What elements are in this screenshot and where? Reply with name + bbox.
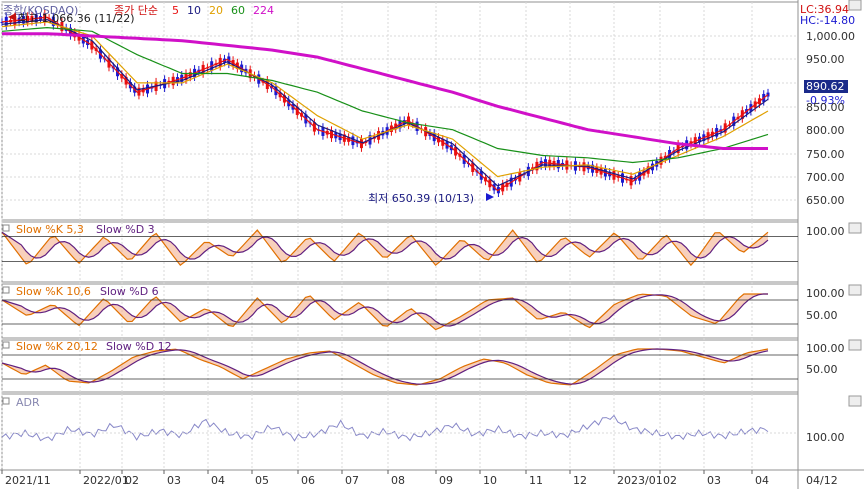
ma-line-224 <box>2 32 768 150</box>
x-tick-label: 02 <box>125 474 139 487</box>
ma-legend: 5 10 20 60 224 <box>172 4 274 17</box>
y-tick: 950.00 <box>806 53 845 66</box>
ma-line-20 <box>1 21 769 178</box>
x-tick-label: 10 <box>483 474 497 487</box>
high-annotation: 최고 1,066.36 (11/22) <box>8 12 135 25</box>
chart-root: 종합(KOSDAQ) 종가 단순 5 10 20 60 224 LC:36.94 HC:… <box>0 0 864 489</box>
stoch1-k-label: Slow %K 5,3 <box>16 223 84 236</box>
stoch3-y-tick-100: 100.00 <box>806 342 845 355</box>
current-price-label: 890.62 <box>806 80 845 93</box>
x-tick-label: 2023/01 <box>617 474 663 487</box>
y-tick: 850.00 <box>806 101 845 114</box>
low-annotation: 최저 650.39 (10/13) <box>368 192 494 205</box>
x-tick-label: 03 <box>707 474 721 487</box>
stoch1-y-tick: 100.00 <box>806 225 845 238</box>
stoch1-collapse-button[interactable] <box>848 222 862 234</box>
x-tick-label: 07 <box>345 474 359 487</box>
x-tick-label: 12 <box>573 474 587 487</box>
stoch2-d-label: Slow %D 6 <box>100 285 159 298</box>
y-tick: 1,000.00 <box>806 30 855 43</box>
stoch1-d-label: Slow %D 3 <box>96 223 155 236</box>
x-tick-label: 05 <box>255 474 269 487</box>
x-tick-label: 02 <box>663 474 677 487</box>
x-tick-label: 2022/01 <box>83 474 129 487</box>
y-tick: 700.00 <box>806 171 845 184</box>
ma-legend-item: 224 <box>253 4 274 17</box>
adr-y-tick: 100.00 <box>806 431 845 444</box>
x-tick-label: 2021/11 <box>5 474 51 487</box>
ma-line-60 <box>1 26 769 164</box>
x-tick-label: 09 <box>439 474 453 487</box>
panel-frame <box>1 393 799 471</box>
x-tick-label: 03 <box>167 474 181 487</box>
adr-panel-label: ADR <box>2 396 40 409</box>
chart-canvas: 종합(KOSDAQ) 종가 단순 5 10 20 60 224 LC:36.94 HC:… <box>0 0 864 489</box>
ma-legend-item: 10 <box>187 4 201 17</box>
x-axis-right-label: 04/12 <box>806 474 838 487</box>
stoch3-k-label: Slow %K 20,12 <box>16 340 98 353</box>
x-tick-label: 04 <box>755 474 769 487</box>
stoch2-y-tick-100: 100.00 <box>806 287 845 300</box>
x-axis: 2021/11 2022/0102 03 04 05 06 07 08 09 10 11 12 2023… <box>1 470 769 487</box>
panel-frame <box>1 1 799 221</box>
stoch-panel-2-labels: Slow %K 10,6 Slow %D 6 <box>2 285 159 298</box>
y-tick: 800.00 <box>806 124 845 137</box>
high-annotation-text: 최고 1,066.36 (11/22) <box>18 12 135 25</box>
ma-legend-item: 60 <box>231 4 245 17</box>
x-tick-label: 06 <box>301 474 315 487</box>
hc-label: HC:-14.80 <box>800 14 855 27</box>
adr-label: ADR <box>16 396 40 409</box>
low-annotation-text: 최저 650.39 (10/13) <box>368 192 474 205</box>
main-y-axis: 1,000.00 950.00 850.00 800.00 750.00 700… <box>806 30 855 207</box>
ma-legend-item: 5 <box>172 4 179 17</box>
x-tick-label: 08 <box>391 474 405 487</box>
x-tick-label: 11 <box>529 474 543 487</box>
x-tick-label: 04 <box>211 474 225 487</box>
current-price-badge: 890.62 <box>804 80 848 93</box>
stoch3-d-label: Slow %D 12 <box>106 340 172 353</box>
stoch2-collapse-button[interactable] <box>848 284 862 296</box>
y-tick: 650.00 <box>806 194 845 207</box>
adr-line <box>1 414 769 442</box>
stoch3-y-tick-50: 50.00 <box>806 363 838 376</box>
stoch-panel-3-labels: Slow %K 20,12 Slow %D 12 <box>2 340 172 353</box>
y-tick: 750.00 <box>806 148 845 161</box>
stoch2-y-tick-50: 50.00 <box>806 309 838 322</box>
stoch-k-line <box>1 348 769 386</box>
adr-collapse-button[interactable] <box>848 395 862 407</box>
ma-legend-item: 20 <box>209 4 223 17</box>
stoch3-collapse-button[interactable] <box>848 339 862 351</box>
stoch-panel-1-labels: Slow %K 5,3 Slow %D 3 <box>2 223 155 236</box>
stoch2-k-label: Slow %K 10,6 <box>16 285 91 298</box>
main-collapse-button[interactable] <box>848 0 862 11</box>
